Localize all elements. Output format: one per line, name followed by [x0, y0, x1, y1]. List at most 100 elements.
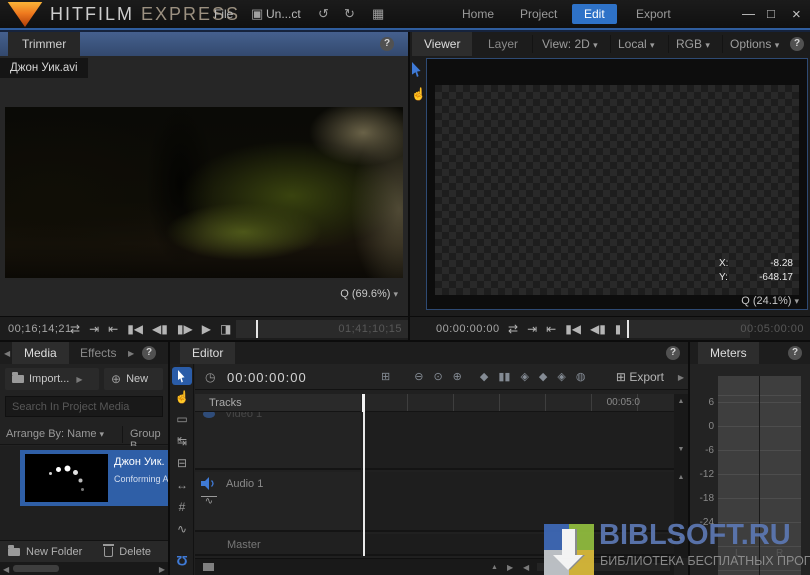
- mark-out-icon[interactable]: ⇥: [89, 322, 99, 336]
- viewer-canvas[interactable]: X: -8.28 Y: -648.17 Q (24.1%) ▾: [426, 58, 808, 310]
- viewer-current-timecode[interactable]: 00:00:00:00: [436, 323, 500, 335]
- scroll-right-icon[interactable]: ▶: [159, 565, 165, 574]
- new-button[interactable]: ⊕ New: [104, 368, 163, 390]
- transparency-checkerboard[interactable]: X: -8.28 Y: -648.17: [435, 85, 799, 295]
- scroll-left-icon[interactable]: ◀: [523, 563, 529, 572]
- trim-tool-icon[interactable]: ↹: [170, 434, 194, 448]
- viewer-scrub-area[interactable]: [620, 320, 750, 338]
- tab-media[interactable]: Media: [12, 342, 69, 364]
- loop-icon[interactable]: ⇄: [70, 322, 80, 336]
- play-icon[interactable]: ▶: [202, 322, 211, 336]
- step-back-icon[interactable]: ◀▮: [590, 322, 606, 336]
- delete-button[interactable]: Delete: [104, 546, 151, 558]
- scroll-up-icon[interactable]: ▲: [491, 564, 498, 571]
- close-button[interactable]: ×: [792, 6, 801, 23]
- marker-circle-icon[interactable]: ◍: [576, 370, 586, 383]
- razor-icon[interactable]: ▮▮: [498, 370, 510, 383]
- speaker-icon[interactable]: [201, 477, 216, 490]
- mark-out-icon[interactable]: ⇥: [527, 322, 537, 336]
- ripple-tool-icon[interactable]: #: [170, 500, 194, 514]
- import-button[interactable]: Import... ▶: [5, 368, 99, 390]
- maximize-button[interactable]: □: [767, 6, 775, 21]
- editor-timecode[interactable]: 00:00:00:00: [227, 370, 307, 385]
- redo-icon[interactable]: ↻: [344, 6, 355, 22]
- scroll-down-icon[interactable]: ▼: [674, 446, 688, 453]
- tabs-scroll-left-icon[interactable]: ◀: [4, 349, 10, 358]
- master-track-header[interactable]: Master: [195, 534, 361, 556]
- trimmer-zoom-control[interactable]: Q (69.6%) ▾: [340, 288, 398, 300]
- search-input[interactable]: [5, 396, 163, 417]
- viewer-zoom-control[interactable]: Q (24.1%) ▾: [741, 295, 799, 307]
- trimmer-current-timecode[interactable]: 00;16;14;21: [8, 323, 72, 335]
- select-tool-button[interactable]: [172, 367, 192, 385]
- tab-project[interactable]: Project: [508, 4, 569, 24]
- loop-icon[interactable]: ⇄: [508, 322, 518, 336]
- go-to-start-icon[interactable]: ▮◀: [127, 322, 143, 336]
- scroll-left-icon[interactable]: ◀: [3, 565, 9, 574]
- tab-effects[interactable]: Effects: [68, 342, 128, 364]
- zoom-handle[interactable]: [203, 563, 214, 571]
- transition-c-icon[interactable]: ◆: [539, 370, 547, 383]
- help-icon[interactable]: ?: [666, 346, 680, 360]
- transition-b-icon[interactable]: ◈: [520, 370, 528, 383]
- timeline-ruler[interactable]: 00:05:0: [362, 394, 674, 412]
- file-menu[interactable]: File: [214, 7, 233, 21]
- toolbar-overflow-icon[interactable]: ▶: [678, 373, 684, 382]
- arrange-by-dropdown[interactable]: Arrange By: Name ▾: [6, 428, 104, 440]
- minimize-button[interactable]: —: [742, 6, 755, 21]
- slice-icon[interactable]: ⊞: [381, 370, 390, 383]
- tabs-scroll-right-icon[interactable]: ▶: [128, 349, 134, 358]
- mark-in-icon[interactable]: ⇤: [546, 322, 556, 336]
- curve-tool-icon[interactable]: ∿: [170, 522, 194, 536]
- channel-mode-dropdown[interactable]: RGB ▾: [676, 32, 710, 56]
- add-marker-icon[interactable]: ⊙: [433, 370, 442, 383]
- help-icon[interactable]: ?: [790, 37, 804, 51]
- film-tool-icon[interactable]: ▭: [170, 412, 194, 426]
- prev-marker-icon[interactable]: ⊖: [414, 370, 423, 383]
- new-folder-button[interactable]: New Folder: [8, 546, 82, 558]
- audio-track-header[interactable]: Audio 1 ∿: [195, 472, 361, 532]
- tab-layer[interactable]: Layer: [476, 32, 530, 56]
- transition-a-icon[interactable]: ◆: [480, 370, 488, 383]
- tab-export[interactable]: Export: [624, 4, 683, 24]
- select-tool-icon[interactable]: [412, 62, 423, 77]
- snap-magnet-icon[interactable]: Ω: [170, 553, 194, 569]
- step-back-icon[interactable]: ◀▮: [152, 322, 168, 336]
- export-button[interactable]: ⊞ Export: [616, 370, 664, 384]
- slide-tool-icon[interactable]: ⊟: [170, 456, 194, 470]
- scroll-up-icon[interactable]: ▲: [674, 474, 688, 481]
- mark-in-icon[interactable]: ⇤: [108, 322, 118, 336]
- go-to-start-icon[interactable]: ▮◀: [565, 322, 581, 336]
- space-mode-dropdown[interactable]: Local ▾: [618, 32, 655, 56]
- viewer-playhead[interactable]: [627, 320, 629, 338]
- help-icon[interactable]: ?: [142, 346, 156, 360]
- hand-tool-icon[interactable]: ☝: [170, 390, 194, 404]
- options-dropdown[interactable]: Options ▾: [730, 32, 779, 56]
- media-horizontal-scrollbar[interactable]: ◀ ▶: [0, 562, 168, 575]
- scrollbar-thumb[interactable]: [13, 565, 59, 572]
- undo-icon[interactable]: ↺: [318, 6, 329, 22]
- hand-tool-icon[interactable]: ☝: [411, 87, 425, 101]
- stretch-tool-icon[interactable]: ↔: [170, 478, 194, 492]
- media-list[interactable]: Джон Уик. Conforming A: [0, 446, 168, 540]
- step-forward-icon[interactable]: ▮▶: [177, 322, 193, 336]
- video-preview[interactable]: [5, 107, 403, 278]
- help-icon[interactable]: ?: [380, 37, 394, 51]
- next-marker-icon[interactable]: ⊕: [453, 370, 462, 383]
- trimmer-playhead[interactable]: [256, 320, 258, 338]
- eye-icon[interactable]: [203, 412, 215, 418]
- timeline-playhead-handle[interactable]: [362, 394, 365, 412]
- help-icon[interactable]: ?: [788, 346, 802, 360]
- tab-home[interactable]: Home: [450, 4, 506, 24]
- tab-viewer[interactable]: Viewer: [412, 32, 472, 56]
- media-item-selected[interactable]: Джон Уик. Conforming A: [20, 450, 168, 506]
- scroll-up-icon[interactable]: ▲: [674, 398, 688, 405]
- transition-d-icon[interactable]: ◈: [557, 370, 565, 383]
- video-track-header[interactable]: Video 1: [195, 412, 361, 470]
- waveform-icon[interactable]: ∿: [201, 496, 217, 507]
- tab-trimmer[interactable]: Trimmer: [8, 32, 80, 56]
- grid-menu-icon[interactable]: ▦: [372, 6, 384, 22]
- document-name[interactable]: Un...ct: [266, 7, 301, 21]
- tab-editor[interactable]: Editor: [180, 342, 235, 364]
- save-icon[interactable]: ▣: [251, 6, 263, 22]
